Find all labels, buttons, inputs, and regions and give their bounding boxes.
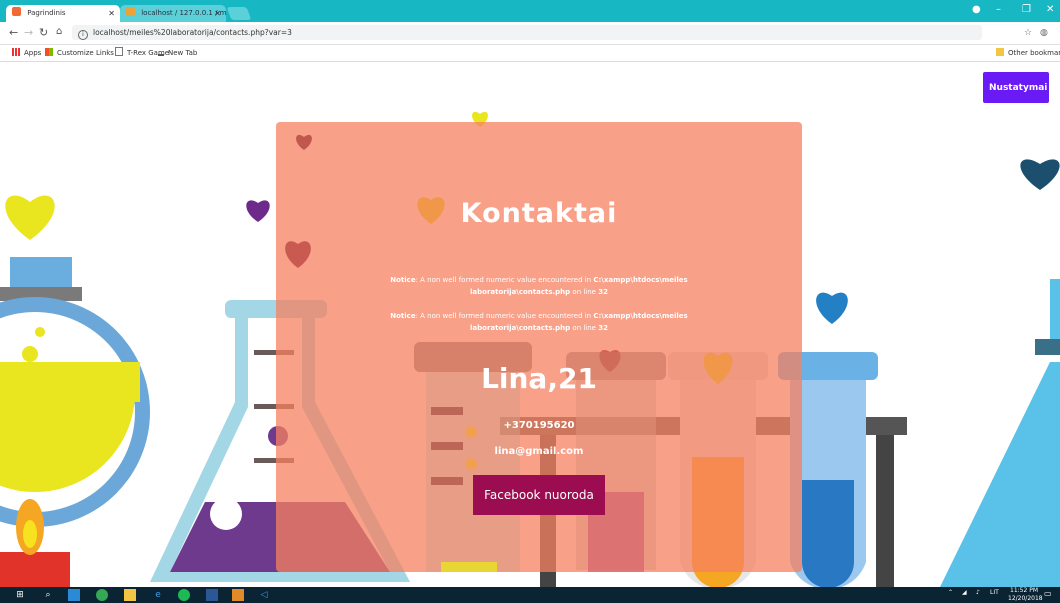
- back-icon[interactable]: ←: [9, 26, 18, 39]
- forward-icon[interactable]: →: [24, 26, 33, 39]
- chrome-icon[interactable]: [96, 589, 108, 601]
- search-icon[interactable]: ⌕: [42, 589, 54, 601]
- home-icon[interactable]: ⌂: [56, 26, 62, 37]
- clock-time[interactable]: 11:52 PM: [1010, 587, 1038, 594]
- heart-blue: [816, 292, 848, 324]
- bookmark-new-tab[interactable]: New Tab: [158, 45, 197, 61]
- xampp-icon[interactable]: [232, 589, 244, 601]
- notice-text: on line: [570, 324, 599, 332]
- file-explorer-icon[interactable]: [68, 589, 80, 601]
- clock-date[interactable]: 12/20/2018: [1008, 595, 1043, 602]
- tab-phpmyadmin[interactable]: localhost / 127.0.0.1 / m ✕: [120, 5, 226, 22]
- heart-purple: [246, 200, 270, 222]
- sticky-notes-icon[interactable]: [124, 589, 136, 601]
- tab-strip: Pagrindinis ✕ localhost / 127.0.0.1 / m …: [0, 0, 1060, 22]
- settings-button[interactable]: Nustatymai: [983, 72, 1049, 103]
- phone-number: +370195620: [503, 420, 575, 431]
- site-info-icon[interactable]: i: [78, 30, 88, 40]
- heart-yellow: [5, 195, 55, 240]
- tray-chevron-icon[interactable]: ⌃: [948, 589, 953, 596]
- url-text: localhost/meiles%20laboratorija/contacts…: [93, 28, 292, 37]
- flask-right: [940, 362, 1060, 587]
- notifications-icon[interactable]: ▭: [1044, 589, 1052, 598]
- other-bookmarks[interactable]: Other bookmarks: [996, 45, 1060, 61]
- email-address: lina@gmail.com: [494, 446, 584, 457]
- word-icon[interactable]: [206, 589, 218, 601]
- phpmyadmin-favicon-icon: [126, 7, 135, 16]
- heart-red: [285, 241, 311, 268]
- notice-line: 32: [598, 324, 608, 332]
- download-icon: [158, 49, 164, 56]
- notice-text: : A non well formed numeric value encoun…: [415, 312, 594, 320]
- bookmarks-bar: Apps Customize Links T-Rex Game New Tab …: [0, 45, 1060, 62]
- bookmark-star-icon[interactable]: ☆: [1024, 28, 1032, 38]
- vscode-icon[interactable]: ◁: [258, 589, 270, 601]
- close-tab-icon[interactable]: ✕: [214, 5, 221, 22]
- minimize-icon[interactable]: –: [996, 4, 1001, 15]
- page-content: Nustatymai Kontaktai Notice: A non well …: [0, 62, 1060, 587]
- php-notice: Notice: A non well formed numeric value …: [356, 274, 722, 298]
- close-tab-icon[interactable]: ✕: [108, 5, 115, 22]
- php-notice: Notice: A non well formed numeric value …: [356, 310, 722, 334]
- page-icon: [115, 47, 123, 56]
- address-bar[interactable]: i localhost/meiles%20laboratorija/contact…: [72, 25, 982, 40]
- edge-icon[interactable]: e: [152, 589, 164, 601]
- page-title: Kontaktai: [460, 198, 618, 229]
- heart-red-small: [296, 134, 312, 150]
- site-favicon-icon: [12, 7, 21, 16]
- volume-icon[interactable]: ♪: [976, 589, 980, 596]
- extension-icon[interactable]: ◍: [1040, 28, 1048, 38]
- notice-line: 32: [598, 288, 608, 296]
- tab-pagrindinis[interactable]: Pagrindinis ✕: [6, 5, 120, 22]
- spotify-icon[interactable]: [178, 589, 190, 601]
- language-indicator[interactable]: LIT: [990, 589, 999, 596]
- windows-taskbar: ⊞ ⌕ e ◁ ⌃ ◢ ♪ LIT 11:52 PM 12/20/2018 ▭: [0, 587, 1060, 603]
- reload-icon[interactable]: ↻: [39, 26, 48, 39]
- profile-icon[interactable]: ●: [972, 4, 981, 15]
- notice-text: : A non well formed numeric value encoun…: [415, 276, 594, 284]
- start-windows-icon[interactable]: ⊞: [14, 589, 26, 601]
- browser-toolbar: ← → ↻ ⌂ i localhost/meiles%20laboratorija…: [0, 22, 1060, 45]
- close-window-icon[interactable]: ✕: [1046, 4, 1054, 15]
- tab-title: Pagrindinis: [27, 9, 66, 17]
- burner: [0, 552, 70, 587]
- tab-title: localhost / 127.0.0.1 / m: [141, 9, 226, 17]
- notice-label: Notice: [390, 276, 416, 284]
- person-name-age: Lina,21: [481, 362, 597, 395]
- bookmark-customize-links[interactable]: Customize Links: [45, 45, 114, 61]
- notice-label: Notice: [390, 312, 416, 320]
- maximize-icon[interactable]: ❐: [1022, 4, 1031, 15]
- facebook-link-button[interactable]: Facebook nuoroda: [473, 475, 605, 515]
- apps-grid-icon: [12, 48, 20, 56]
- network-icon[interactable]: ◢: [962, 589, 967, 596]
- new-tab-button[interactable]: [226, 7, 252, 20]
- bookmark-apps[interactable]: Apps: [12, 45, 41, 61]
- windows-logo-icon: [45, 48, 53, 56]
- notice-text: on line: [570, 288, 599, 296]
- heart-dark-blue: [1020, 159, 1060, 190]
- folder-icon: [996, 48, 1004, 56]
